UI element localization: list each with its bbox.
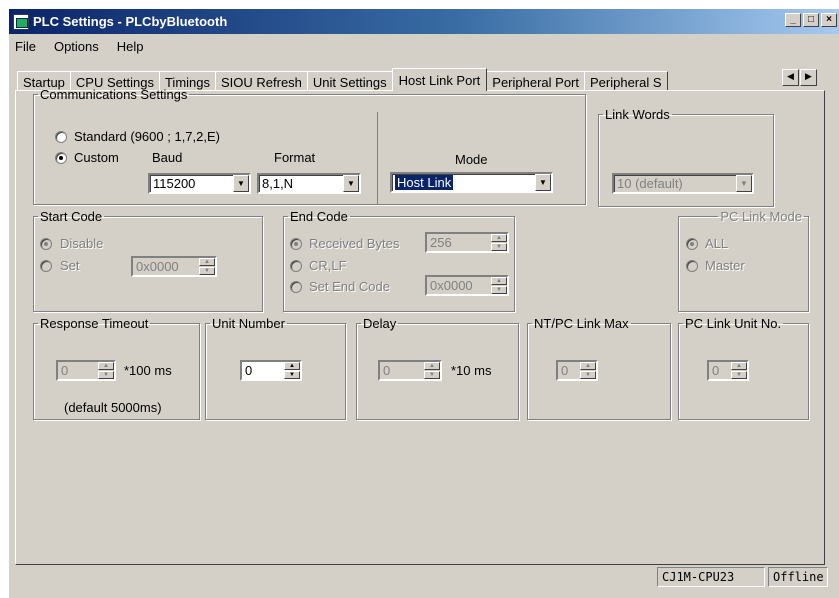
set-end-code-label: Set End Code bbox=[309, 279, 390, 294]
received-bytes-value: 256 bbox=[430, 235, 452, 250]
crlf-radio[interactable] bbox=[290, 260, 302, 272]
menu-options[interactable]: Options bbox=[54, 39, 99, 54]
standard-label: Standard (9600 ; 1,7,2,E) bbox=[74, 129, 220, 144]
status-state: Offline bbox=[768, 567, 828, 587]
start-disable-label: Disable bbox=[60, 236, 104, 251]
set-end-code-radio[interactable] bbox=[290, 281, 302, 293]
pc-link-master-radio[interactable] bbox=[686, 260, 698, 272]
title-bar[interactable]: PLC Settings - PLCbyBluetooth _ □ × bbox=[9, 9, 839, 34]
mode-select[interactable]: Host Link ▼ bbox=[390, 172, 553, 193]
spin-down-icon[interactable]: ▼ bbox=[199, 267, 215, 275]
tab-peripheral-s[interactable]: Peripheral S bbox=[584, 71, 668, 91]
start-code-legend: Start Code bbox=[40, 209, 103, 224]
start-set-label: Set bbox=[60, 258, 80, 273]
tab-scroll-left-button[interactable]: ◀ bbox=[782, 69, 799, 86]
spin-up-icon[interactable]: ▲ bbox=[491, 277, 507, 285]
delay-unit: *10 ms bbox=[451, 363, 492, 378]
end-code-value: 0x0000 bbox=[430, 278, 473, 293]
baud-value: 115200 bbox=[153, 176, 196, 191]
spin-up-icon[interactable]: ▲ bbox=[580, 362, 596, 370]
tab-scroll-right-button[interactable]: ▶ bbox=[800, 69, 817, 86]
pc-link-mode-legend: PC Link Mode bbox=[720, 209, 802, 224]
spin-down-icon[interactable]: ▼ bbox=[98, 371, 114, 379]
response-timeout-unit: *100 ms bbox=[124, 363, 172, 378]
spin-down-icon[interactable]: ▼ bbox=[731, 371, 747, 379]
unit-number-legend: Unit Number bbox=[212, 316, 285, 331]
format-select[interactable]: 8,1,N ▼ bbox=[257, 173, 361, 194]
close-button[interactable]: × bbox=[821, 13, 837, 27]
delay-spinner[interactable]: 0 ▲ ▼ bbox=[378, 360, 442, 381]
link-words-legend: Link Words bbox=[605, 107, 670, 122]
format-value: 8,1,N bbox=[262, 176, 294, 191]
delay-value: 0 bbox=[383, 363, 391, 378]
plc-app-icon bbox=[13, 13, 29, 30]
nt-pc-link-max-value: 0 bbox=[561, 363, 569, 378]
nt-pc-link-max-group: NT/PC Link Max bbox=[527, 316, 671, 420]
spin-up-icon[interactable]: ▲ bbox=[284, 362, 300, 370]
pc-link-all-label: ALL bbox=[705, 236, 729, 251]
mode-label: Mode bbox=[455, 152, 488, 167]
start-code-spinner[interactable]: 0x0000 ▲ ▼ bbox=[131, 256, 217, 277]
response-timeout-note: (default 5000ms) bbox=[64, 400, 162, 415]
pc-link-unit-no-spinner[interactable]: 0 ▲ ▼ bbox=[707, 360, 749, 381]
unit-number-spinner[interactable]: 0 ▲ ▼ bbox=[240, 360, 302, 381]
tab-host-link-port[interactable]: Host Link Port bbox=[391, 68, 488, 91]
pc-link-all-radio[interactable] bbox=[686, 238, 698, 250]
response-timeout-legend: Response Timeout bbox=[40, 316, 149, 331]
spin-up-icon[interactable]: ▲ bbox=[491, 234, 507, 242]
pc-link-master-label: Master bbox=[705, 258, 745, 273]
nt-pc-link-max-spinner[interactable]: 0 ▲ ▼ bbox=[556, 360, 598, 381]
pc-link-unit-no-value: 0 bbox=[712, 363, 720, 378]
menu-help[interactable]: Help bbox=[117, 39, 144, 54]
pc-link-unit-no-legend: PC Link Unit No. bbox=[685, 316, 782, 331]
start-set-radio[interactable] bbox=[40, 260, 52, 272]
custom-label: Custom bbox=[74, 150, 119, 165]
menu-bar: File Options Help bbox=[9, 36, 839, 56]
mode-value: Host Link bbox=[395, 175, 454, 190]
chevron-down-icon[interactable]: ▼ bbox=[343, 175, 359, 192]
spin-up-icon[interactable]: ▲ bbox=[424, 362, 440, 370]
menu-file[interactable]: File bbox=[15, 39, 36, 54]
crlf-label: CR,LF bbox=[309, 258, 347, 273]
chevron-down-icon[interactable]: ▼ bbox=[736, 175, 752, 192]
spin-up-icon[interactable]: ▲ bbox=[98, 362, 114, 370]
format-label: Format bbox=[274, 150, 316, 165]
baud-select[interactable]: 115200 ▼ bbox=[148, 173, 251, 194]
spin-down-icon[interactable]: ▼ bbox=[424, 371, 440, 379]
nt-pc-link-max-legend: NT/PC Link Max bbox=[534, 316, 629, 331]
spin-up-icon[interactable]: ▲ bbox=[731, 362, 747, 370]
link-words-value: 10 (default) bbox=[617, 176, 683, 191]
minimize-button[interactable]: _ bbox=[785, 13, 801, 27]
chevron-down-icon[interactable]: ▼ bbox=[233, 175, 249, 192]
baud-label: Baud bbox=[152, 150, 183, 165]
spin-down-icon[interactable]: ▼ bbox=[491, 243, 507, 251]
spin-down-icon[interactable]: ▼ bbox=[580, 371, 596, 379]
status-model: CJ1M-CPU23 bbox=[657, 567, 765, 587]
spin-up-icon[interactable]: ▲ bbox=[199, 258, 215, 266]
response-timeout-spinner[interactable]: 0 ▲ ▼ bbox=[56, 360, 116, 381]
received-bytes-radio[interactable] bbox=[290, 238, 302, 250]
standard-radio[interactable] bbox=[55, 131, 67, 143]
spin-down-icon[interactable]: ▼ bbox=[491, 286, 507, 294]
received-bytes-label: Received Bytes bbox=[309, 236, 400, 251]
delay-legend: Delay bbox=[363, 316, 397, 331]
spin-down-icon[interactable]: ▼ bbox=[284, 371, 300, 379]
communications-settings-legend: Communications Settings bbox=[40, 87, 188, 102]
start-disable-radio[interactable] bbox=[40, 238, 52, 250]
received-bytes-spinner[interactable]: 256 ▲ ▼ bbox=[425, 232, 509, 253]
maximize-button[interactable]: □ bbox=[803, 13, 819, 27]
start-code-value: 0x0000 bbox=[136, 259, 179, 274]
chevron-down-icon[interactable]: ▼ bbox=[535, 174, 551, 191]
window-title: PLC Settings - PLCbyBluetooth bbox=[33, 14, 228, 29]
response-timeout-value: 0 bbox=[61, 363, 69, 378]
end-code-legend: End Code bbox=[290, 209, 348, 224]
link-words-select[interactable]: 10 (default) ▼ bbox=[612, 173, 754, 194]
custom-radio[interactable] bbox=[55, 152, 67, 164]
end-code-spinner[interactable]: 0x0000 ▲ ▼ bbox=[425, 275, 509, 296]
unit-number-value: 0 bbox=[245, 363, 253, 378]
